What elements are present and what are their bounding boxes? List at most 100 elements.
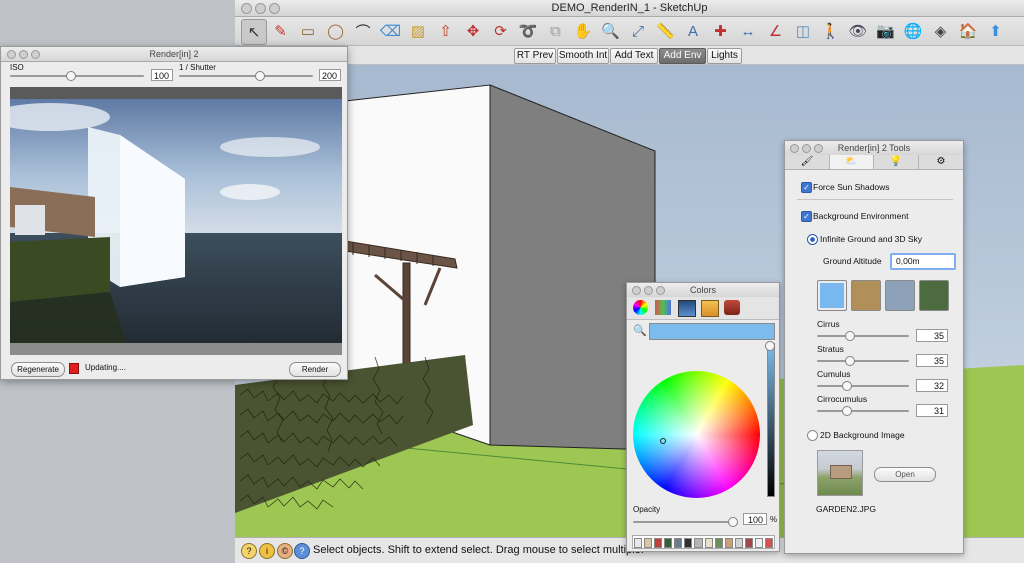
brightness-slider[interactable] (767, 343, 775, 497)
sky-preset-1[interactable] (817, 280, 847, 311)
share-icon[interactable]: ⬆ (984, 19, 1008, 43)
cloud-value-stratus[interactable]: 35 (916, 354, 948, 367)
color-wheel-mode-icon[interactable] (633, 300, 648, 315)
render-zoom-button[interactable] (31, 50, 40, 59)
credits-icon[interactable]: © (277, 543, 293, 559)
crayons-mode-icon[interactable] (724, 300, 740, 315)
tools-zoom-button[interactable] (814, 144, 823, 153)
rt-prev-button[interactable]: RT Prev (514, 48, 556, 64)
cloud-slider-track-stratus[interactable] (817, 360, 909, 362)
regenerate-button[interactable]: Regenerate (11, 362, 65, 377)
cloud-slider-knob-cirrocumulus[interactable] (841, 406, 852, 416)
cloud-slider-knob-stratus[interactable] (845, 356, 856, 366)
opacity-slider-track[interactable] (633, 521, 737, 523)
color-swatch[interactable] (724, 538, 733, 548)
tab-settings[interactable]: ⚙ (919, 155, 963, 169)
colors-close-button[interactable] (632, 286, 641, 295)
add-text-button[interactable]: Add Text (610, 48, 658, 64)
color-swatch[interactable] (674, 538, 683, 548)
cloud-slider-track-cumulus[interactable] (817, 385, 909, 387)
image-palettes-mode-icon[interactable] (701, 300, 719, 317)
color-swatch[interactable] (664, 538, 673, 548)
color-wheel[interactable] (633, 371, 760, 498)
tab-materials[interactable]: 🖌 (785, 155, 830, 169)
section-plane-icon[interactable]: ◫ (791, 19, 815, 43)
sky-preset-3[interactable] (885, 280, 915, 311)
force-sun-shadows-checkbox[interactable]: ✓ (801, 182, 812, 193)
colors-minimize-button[interactable] (644, 286, 653, 295)
push-pull-icon[interactable]: ⇧ (434, 19, 458, 43)
look-around-icon[interactable]: 👁 (846, 19, 870, 43)
cloud-slider-track-cirrocumulus[interactable] (817, 410, 909, 412)
circle-icon[interactable]: ◯ (324, 19, 348, 43)
shutter-value-field[interactable]: 200 (319, 69, 341, 81)
sky-preset-2[interactable] (851, 280, 881, 311)
opacity-value-field[interactable]: 100 (743, 513, 767, 525)
infinite-ground-radio[interactable] (807, 234, 818, 245)
position-camera-icon[interactable]: 📷 (874, 19, 898, 43)
color-swatch[interactable] (765, 538, 774, 548)
offset-icon[interactable]: ⧉ (544, 19, 568, 43)
help-icon[interactable]: ? (294, 543, 310, 559)
pan-icon[interactable]: ✋ (571, 19, 595, 43)
render-close-button[interactable] (7, 50, 16, 59)
background-image-radio[interactable] (807, 430, 818, 441)
cloud-slider-knob-cirrus[interactable] (845, 331, 856, 341)
cloud-value-cirrocumulus[interactable]: 31 (916, 404, 948, 417)
color-swatch[interactable] (754, 538, 764, 548)
cloud-value-cirrus[interactable]: 35 (916, 329, 948, 342)
color-swatch[interactable] (634, 538, 643, 548)
shutter-slider-track[interactable] (179, 75, 313, 77)
color-swatch[interactable] (684, 538, 693, 548)
color-wheel-picker[interactable] (660, 438, 666, 444)
eraser-icon[interactable]: ⌫ (379, 19, 403, 43)
select-icon[interactable]: ↖ (241, 19, 267, 45)
colors-zoom-button[interactable] (656, 286, 665, 295)
rotate-icon[interactable]: ⟳ (489, 19, 513, 43)
color-swatch[interactable] (694, 538, 703, 548)
hint-bulb-icon[interactable]: ? (241, 543, 257, 559)
color-swatch[interactable] (714, 538, 723, 548)
axes-icon[interactable]: ✚ (709, 19, 733, 43)
protractor-icon[interactable]: ∠ (764, 19, 788, 43)
tab-environment[interactable]: ⛅ (830, 155, 874, 169)
cloud-value-cumulus[interactable]: 32 (916, 379, 948, 392)
render-minimize-button[interactable] (19, 50, 28, 59)
color-swatch[interactable] (704, 538, 713, 548)
cloud-slider-knob-cumulus[interactable] (842, 381, 853, 391)
color-swatch[interactable] (654, 538, 663, 548)
color-swatch[interactable] (734, 538, 743, 548)
render-button[interactable]: Render (289, 362, 341, 377)
iso-slider-track[interactable] (10, 75, 144, 77)
warehouse-icon[interactable]: 🏠 (956, 19, 980, 43)
text-icon[interactable]: A (681, 19, 705, 43)
zoom-extents-icon[interactable]: ⤢ (626, 19, 650, 43)
orbit-icon[interactable]: 🌐 (901, 19, 925, 43)
pencil-icon[interactable]: ✎ (269, 19, 293, 43)
current-color-swatch[interactable] (649, 323, 775, 340)
rectangle-icon[interactable]: ▭ (296, 19, 320, 43)
brightness-slider-knob[interactable] (765, 341, 775, 351)
magnifier-icon[interactable]: 🔍 (633, 324, 647, 337)
walk-icon[interactable]: 🚶 (819, 19, 843, 43)
zoom-icon[interactable]: 🔍 (599, 19, 623, 43)
shutter-slider-knob[interactable] (255, 71, 266, 81)
color-palettes-mode-icon[interactable] (678, 300, 696, 317)
iso-value-field[interactable]: 100 (151, 69, 173, 81)
tab-lights[interactable]: 💡 (874, 155, 919, 169)
color-sliders-mode-icon[interactable] (655, 300, 671, 315)
lights-button[interactable]: Lights (707, 48, 742, 64)
add-env-button[interactable]: Add Env (659, 48, 706, 64)
tools-minimize-button[interactable] (802, 144, 811, 153)
dimensions-icon[interactable]: ↔ (736, 19, 760, 43)
background-environment-checkbox[interactable]: ✓ (801, 211, 812, 222)
ground-altitude-field[interactable]: 0,00m (890, 253, 956, 270)
paint-bucket-icon[interactable]: ▨ (406, 19, 430, 43)
geo-location-icon[interactable]: i (259, 543, 275, 559)
tools-close-button[interactable] (790, 144, 799, 153)
move-icon[interactable]: ✥ (461, 19, 485, 43)
open-image-button[interactable]: Open (874, 467, 936, 482)
components-icon[interactable]: ◈ (929, 19, 953, 43)
opacity-slider-knob[interactable] (728, 517, 738, 527)
sky-preset-4[interactable] (919, 280, 949, 311)
